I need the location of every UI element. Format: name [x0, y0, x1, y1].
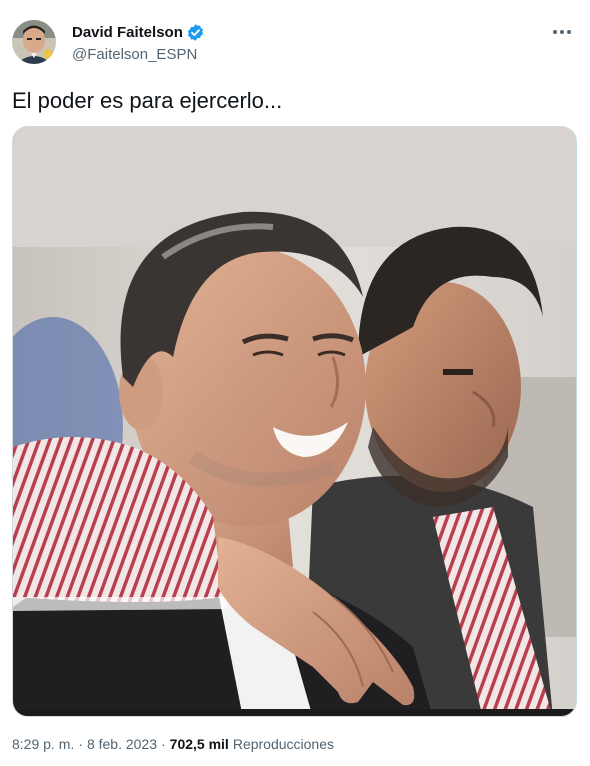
tweet-text: El poder es para ejercerlo... [12, 88, 283, 113]
more-options-dot [567, 30, 571, 34]
meta-separator: · [161, 736, 166, 752]
more-options-button[interactable] [548, 22, 576, 42]
meta-separator: · [78, 736, 83, 752]
tweet-header: David Faitelson @Faitelson_ESPN [12, 18, 578, 70]
tweet-photo[interactable] [12, 126, 577, 717]
tweet-time[interactable]: 8:29 p. m. [12, 736, 74, 752]
photo-image [13, 127, 576, 716]
avatar[interactable] [12, 20, 56, 64]
author-names: David Faitelson @Faitelson_ESPN [72, 22, 205, 63]
display-name-row: David Faitelson [72, 22, 205, 42]
more-options-icon [553, 30, 557, 34]
tweet-meta: 8:29 p. m. · 8 feb. 2023 · 702,5 mil Rep… [12, 736, 334, 752]
views-label[interactable]: Reproducciones [233, 736, 334, 752]
author-handle[interactable]: @Faitelson_ESPN [72, 46, 205, 63]
avatar-photo-icon [12, 20, 56, 64]
more-options-dot [560, 30, 564, 34]
views-count[interactable]: 702,5 mil [170, 736, 229, 752]
tweet-date[interactable]: 8 feb. 2023 [87, 736, 157, 752]
display-name[interactable]: David Faitelson [72, 24, 183, 41]
verified-badge-icon [187, 23, 203, 41]
